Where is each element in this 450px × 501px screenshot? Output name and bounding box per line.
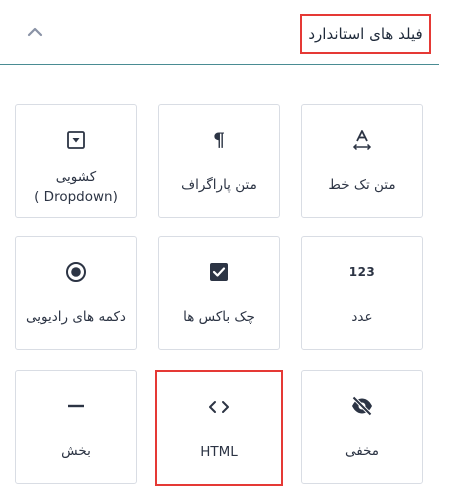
eye-off-icon: [302, 393, 422, 419]
field-label: متن تک خط: [328, 177, 396, 193]
radio-button-icon: [16, 259, 136, 285]
pilcrow-icon: ¶: [212, 129, 226, 151]
field-label: متن پاراگراف: [181, 177, 257, 193]
chevron-up-icon[interactable]: [25, 24, 45, 40]
field-label-sub: ( Dropdown): [34, 189, 118, 205]
field-html[interactable]: HTML: [155, 370, 283, 486]
field-single-line-text[interactable]: متن تک خط: [301, 104, 423, 218]
field-number[interactable]: 123 عدد: [301, 236, 423, 350]
section-title: فیلد های استاندارد: [300, 14, 431, 54]
field-dropdown[interactable]: کشویی ( Dropdown): [15, 104, 137, 218]
field-label: مخفی: [344, 443, 380, 459]
field-label: چک باکس ها: [183, 309, 255, 325]
field-label: بخش: [61, 443, 91, 459]
field-label: عدد: [351, 309, 373, 325]
standard-fields-panel: فیلد های استاندارد متن تک خط ¶ متن پاراگ…: [0, 0, 450, 501]
field-section-break[interactable]: بخش: [15, 370, 137, 484]
number-icon: 123: [348, 265, 376, 279]
code-icon: [157, 394, 281, 420]
field-paragraph-text[interactable]: ¶ متن پاراگراف: [158, 104, 280, 218]
field-checkboxes[interactable]: چک باکس ها: [158, 236, 280, 350]
field-label: HTML: [200, 444, 238, 460]
checkbox-icon: [159, 259, 279, 285]
field-hidden[interactable]: مخفی: [301, 370, 423, 484]
text-width-icon: [302, 127, 422, 153]
section-header: فیلد های استاندارد: [0, 0, 439, 66]
dropdown-select-icon: [16, 127, 136, 153]
field-label: کشویی ( Dropdown): [18, 167, 134, 207]
field-label: دکمه های رادیویی: [26, 309, 126, 325]
field-label-main: کشویی: [55, 169, 97, 185]
header-divider: [0, 64, 439, 65]
field-radio-buttons[interactable]: دکمه های رادیویی: [15, 236, 137, 350]
horizontal-rule-icon: [16, 393, 136, 419]
